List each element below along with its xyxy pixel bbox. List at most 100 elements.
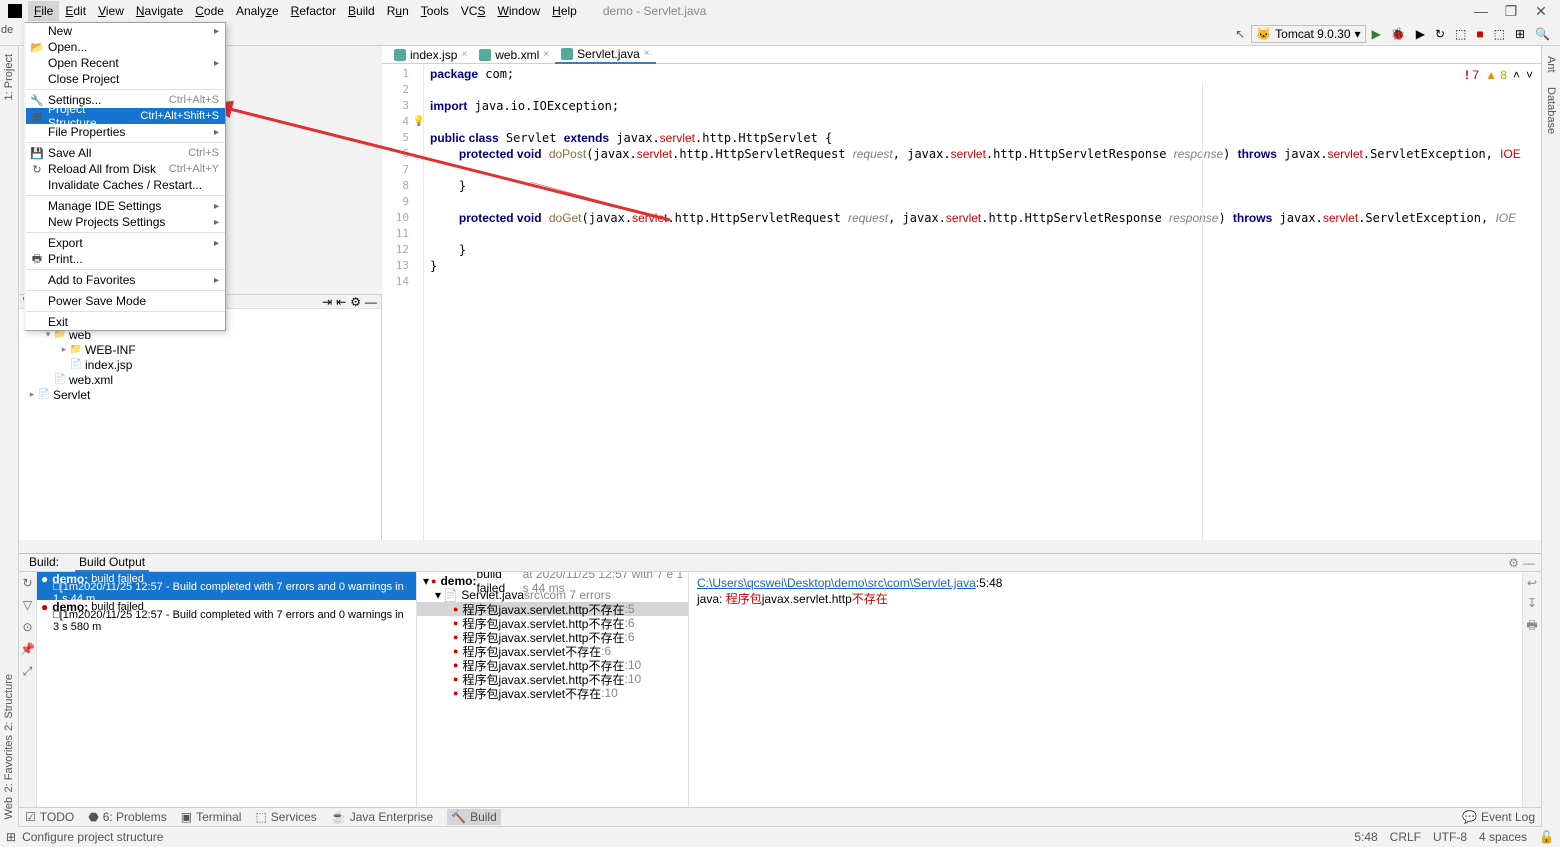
close-tab-icon[interactable]: × <box>461 49 467 60</box>
tool-favorites[interactable]: 2: Favorites <box>3 735 15 792</box>
build-history[interactable]: ●demo: build failed□[1m2020/11/25 12:57 … <box>37 572 417 807</box>
chevron-up-icon[interactable]: ˄ <box>1513 68 1520 82</box>
close-tab-icon[interactable]: × <box>644 48 650 59</box>
file-encoding[interactable]: UTF-8 <box>1433 830 1467 844</box>
editor-inspection-widget[interactable]: ! 7 ▲ 8 ˄ ˅ <box>1465 68 1533 82</box>
menu-file[interactable]: File <box>28 1 59 21</box>
editor-tab[interactable]: index.jsp× <box>388 46 473 64</box>
error-file-link[interactable]: C:\Users\qcswei\Desktop\demo\src\com\Ser… <box>697 576 976 590</box>
menu-item[interactable]: Invalidate Caches / Restart... <box>26 177 225 193</box>
print-icon[interactable]: 🖶 <box>1526 616 1537 637</box>
menu-edit[interactable]: Edit <box>59 1 92 21</box>
tree-row[interactable]: ▸📁WEB-INF <box>19 342 381 357</box>
tool-todo[interactable]: ☑ TODO <box>25 810 74 824</box>
tool-build[interactable]: 🔨 Build <box>447 809 501 825</box>
lock-icon[interactable]: 🔓 <box>1539 830 1554 844</box>
menu-help[interactable]: Help <box>546 1 583 21</box>
build-header: Build: Build Output ⚙ — <box>19 554 1541 572</box>
event-log-button[interactable]: 💬 Event Log <box>1462 810 1535 824</box>
tree-row[interactable]: ▸📄Servlet <box>19 387 381 402</box>
tool-web[interactable]: Web <box>3 797 15 819</box>
minimize-icon[interactable]: — <box>1466 3 1496 19</box>
menu-item[interactable]: Close Project <box>26 71 225 87</box>
debug-icon[interactable]: 🐞 <box>1387 25 1410 43</box>
tool-structure[interactable]: 2: Structure <box>3 674 15 731</box>
tool-terminal[interactable]: ▣ Terminal <box>181 810 242 824</box>
menu-item[interactable]: 📂Open... <box>26 39 225 55</box>
collapse-icon[interactable]: ⇤ <box>336 295 346 309</box>
menu-analyze[interactable]: Analyze <box>230 1 285 21</box>
filter-icon[interactable]: ▽ <box>23 598 32 612</box>
menu-item[interactable]: File Properties▸ <box>26 124 225 140</box>
wrap-icon[interactable]: ↩ <box>1527 576 1537 590</box>
tool-services[interactable]: ⬚ Services <box>255 810 316 824</box>
status-widget-icon[interactable]: ⊞ <box>6 830 16 844</box>
menu-bar: File Edit View Navigate Code Analyze Ref… <box>0 0 1560 22</box>
tool-project[interactable]: 1: Project <box>3 54 15 100</box>
menu-item[interactable]: Add to Favorites▸ <box>26 272 225 288</box>
menu-build[interactable]: Build <box>342 1 381 21</box>
gear-icon[interactable]: ⚙ <box>1508 556 1519 570</box>
tree-row[interactable]: 📄index.jsp <box>19 357 381 372</box>
chevron-down-icon[interactable]: ˅ <box>1526 68 1533 82</box>
menu-navigate[interactable]: Navigate <box>130 1 189 21</box>
line-separator[interactable]: CRLF <box>1390 830 1421 844</box>
expand-icon[interactable]: ⇥ <box>322 295 332 309</box>
cursor-position[interactable]: 5:48 <box>1354 830 1377 844</box>
error-count: ! 7 <box>1465 68 1479 82</box>
expand-icon[interactable]: ⤢ <box>23 664 33 679</box>
error-row[interactable]: ●程序包javax.servlet不存在 :10 <box>417 686 688 700</box>
tool-database[interactable]: Database <box>1545 87 1557 134</box>
tree-row[interactable]: 📄web.xml <box>19 372 381 387</box>
rerun-icon[interactable]: ↻ <box>22 576 32 590</box>
menu-item[interactable]: 💾Save AllCtrl+S <box>26 145 225 161</box>
menu-window[interactable]: Window <box>491 1 546 21</box>
menu-item[interactable]: Manage IDE Settings▸ <box>26 198 225 214</box>
profile-icon[interactable]: ↻ <box>1431 25 1449 43</box>
build-right-gutter: ↩ ↧ 🖶 <box>1523 572 1541 807</box>
build-error-tree[interactable]: ▾●demo: build failed at 2020/11/25 12:57… <box>417 572 689 807</box>
close-tab-icon[interactable]: × <box>543 49 549 60</box>
hammer-icon[interactable]: ↖ <box>1231 25 1249 43</box>
attach-icon[interactable]: ⬚ <box>1451 25 1470 43</box>
menu-item[interactable]: Power Save Mode <box>26 293 225 309</box>
editor-tab[interactable]: Servlet.java× <box>555 46 656 64</box>
hide-icon[interactable]: — <box>1523 556 1535 570</box>
tool-ant[interactable]: Ant <box>1545 56 1557 73</box>
menu-tools[interactable]: Tools <box>415 1 455 21</box>
menu-item[interactable]: 🖶Print... <box>26 251 225 267</box>
code-area[interactable]: package com; import java.io.IOException;… <box>424 64 1541 540</box>
menu-run[interactable]: Run <box>381 1 415 21</box>
gear-icon[interactable]: ⚙ <box>350 295 361 309</box>
menu-item[interactable]: Exit <box>26 314 225 330</box>
menu-item[interactable]: New▸ <box>26 23 225 39</box>
menu-refactor[interactable]: Refactor <box>285 1 342 21</box>
target-icon[interactable]: ⊙ <box>22 620 32 634</box>
menu-item[interactable]: New Projects Settings▸ <box>26 214 225 230</box>
coverage-icon[interactable]: ▶ <box>1412 25 1429 43</box>
menu-item[interactable]: Export▸ <box>26 235 225 251</box>
scroll-icon[interactable]: ↧ <box>1527 596 1537 610</box>
structure-icon[interactable]: ⊞ <box>1511 25 1529 43</box>
hide-icon[interactable]: — <box>365 295 377 309</box>
pin-icon[interactable]: 📌 <box>20 642 35 656</box>
tool-problems[interactable]: ⬣ 6: Problems <box>88 810 167 824</box>
tool-java-ee[interactable]: ☕ Java Enterprise <box>331 810 433 824</box>
menu-vcs[interactable]: VCS <box>455 1 492 21</box>
close-icon[interactable]: ✕ <box>1526 3 1556 20</box>
run-icon[interactable]: ▶ <box>1368 25 1385 43</box>
editor-tab[interactable]: web.xml× <box>473 46 555 64</box>
update-icon[interactable]: ⬚ <box>1490 25 1509 43</box>
menu-view[interactable]: View <box>92 1 130 21</box>
menu-item[interactable]: Open Recent▸ <box>26 55 225 71</box>
menu-item[interactable]: ↻Reload All from DiskCtrl+Alt+Y <box>26 161 225 177</box>
indent-setting[interactable]: 4 spaces <box>1479 830 1527 844</box>
stop-icon[interactable]: ■ <box>1472 25 1487 43</box>
build-tab-output[interactable]: Build Output <box>75 554 149 572</box>
search-icon[interactable]: 🔍 <box>1531 25 1554 43</box>
run-config-selector[interactable]: 🐱 Tomcat 9.0.30 ▾ <box>1251 25 1365 43</box>
menu-item[interactable]: ▦Project Structure...Ctrl+Alt+Shift+S <box>26 108 225 124</box>
menu-code[interactable]: Code <box>189 1 230 21</box>
build-tab-build[interactable]: Build: <box>25 554 63 572</box>
maximize-icon[interactable]: ❐ <box>1496 3 1526 20</box>
